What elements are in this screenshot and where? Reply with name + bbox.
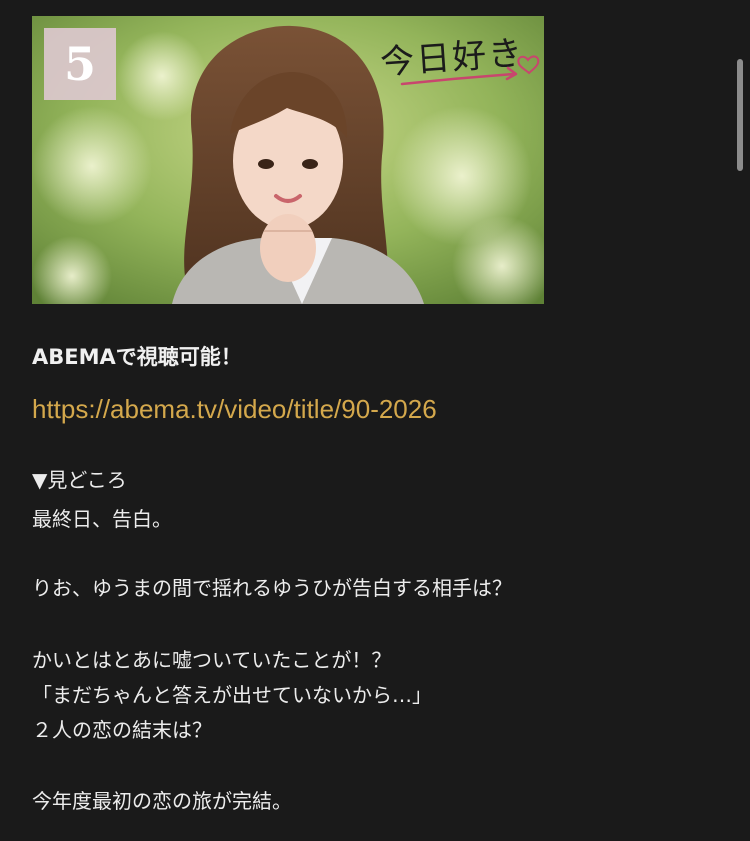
post-line-4: 「まだちゃんと答えが出せていないから…」 [32,683,432,707]
post-line-5: ２人の恋の結末は？ [32,718,212,742]
show-logo: 今日好き [368,24,544,104]
post-line-3: かいとはとあに嘘ついていたことが！？ [32,648,392,672]
episode-thumbnail[interactable]: 5 今日好き [32,16,544,304]
heart-arrow-icon [400,55,540,86]
availability-text: ABEMAで視聴可能！ [32,345,242,369]
scrollbar-thumb[interactable] [737,59,743,171]
highlights-heading: ▼見どころ [32,468,127,492]
post-line-1: 最終日、告白。 [32,507,172,531]
post-line-2: りお、ゆうまの間で揺れるゆうひが告白する相手は？ [32,576,512,600]
episode-number-badge: 5 [44,28,116,100]
post-line-6: 今年度最初の恋の旅が完結。 [32,789,292,813]
abema-link[interactable]: https://abema.tv/video/title/90-2026 [32,394,437,425]
